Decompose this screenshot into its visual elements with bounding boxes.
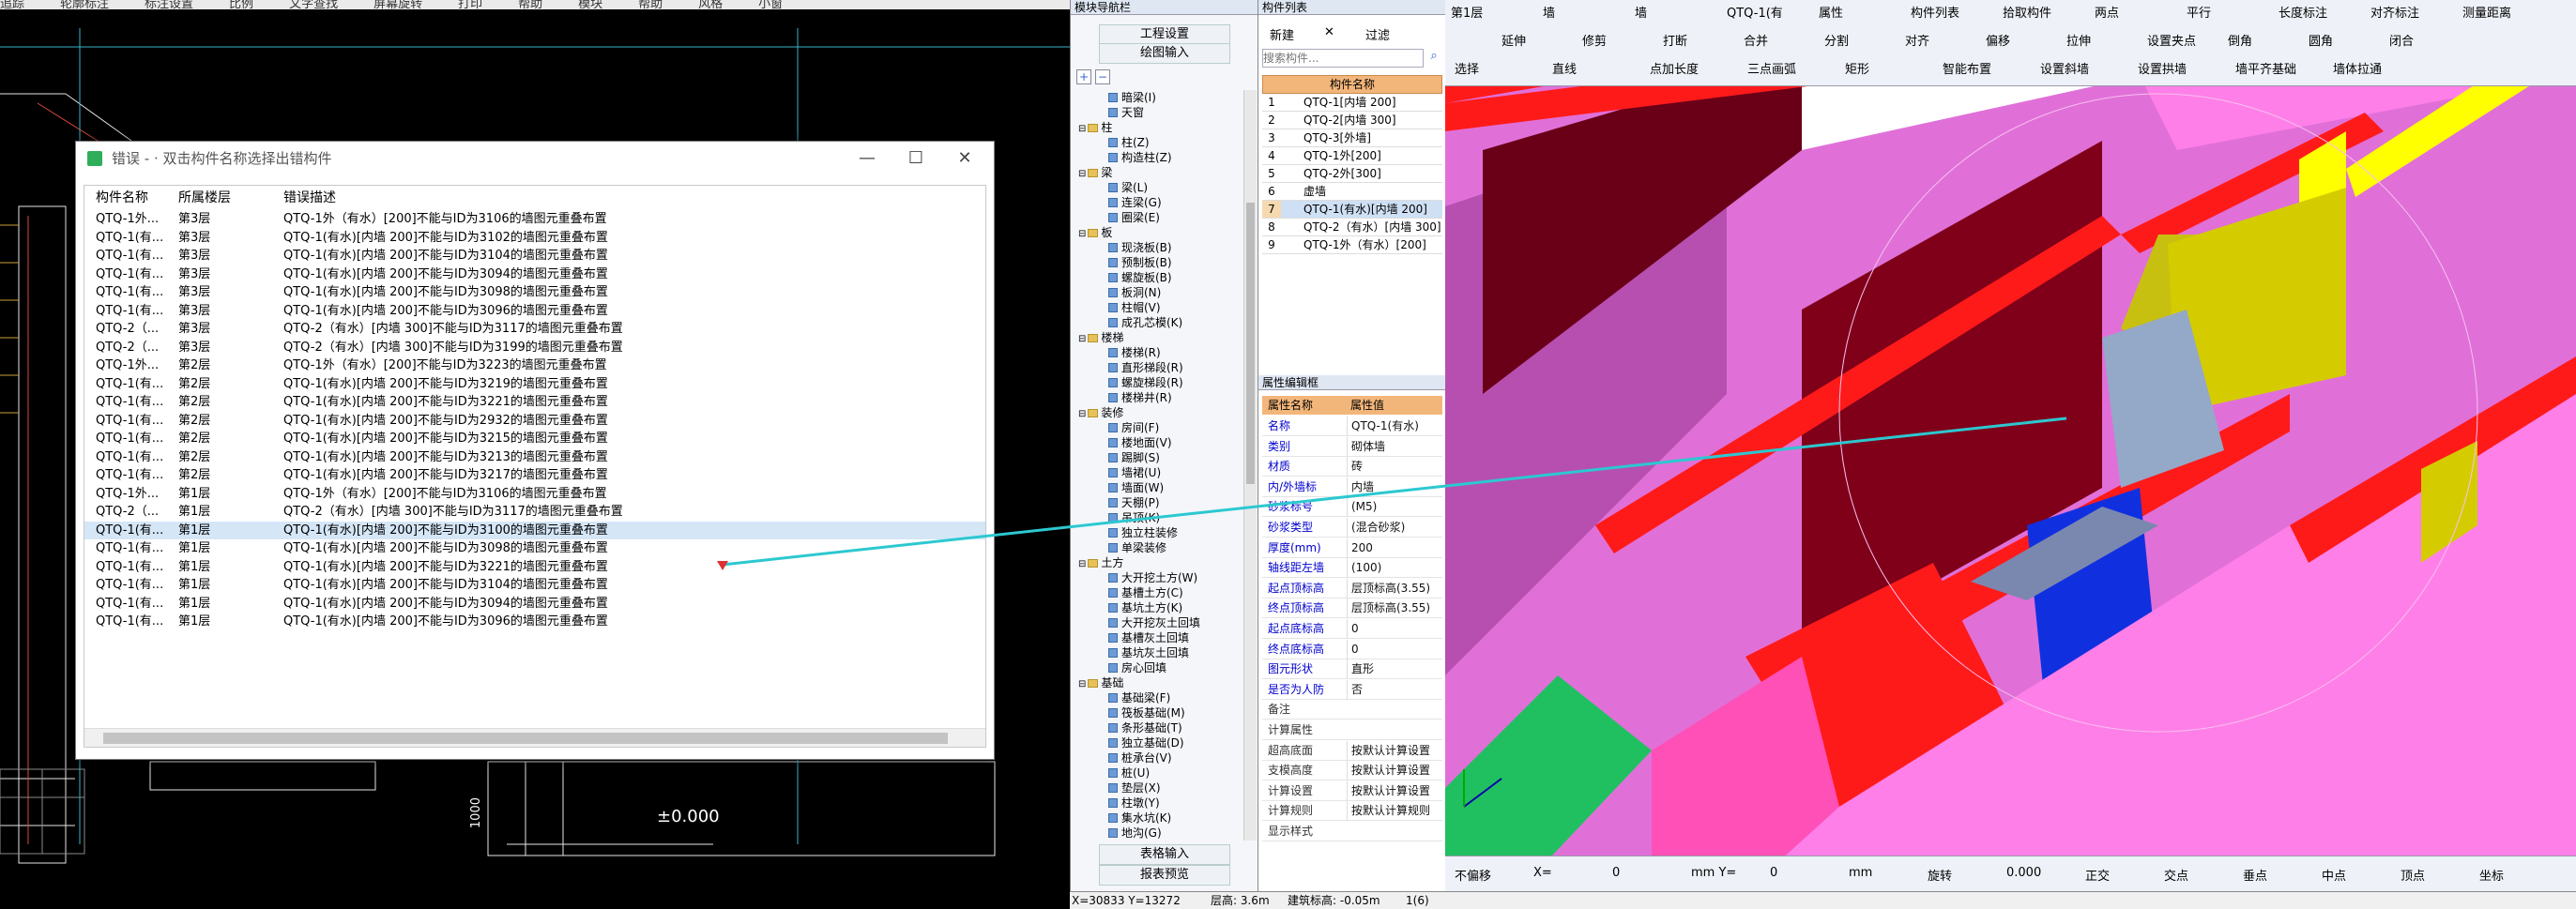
toolbar-button[interactable]: 对齐	[1905, 34, 1929, 51]
toolbar-button[interactable]: 合并	[1744, 34, 1768, 51]
toolbar-button[interactable]: 墙	[1543, 6, 1555, 23]
toolbar-button[interactable]: 构件列表	[1911, 6, 1959, 23]
status-toggle[interactable]: 不偏移	[1455, 866, 1491, 884]
drawing-toolbar: 第1层 墙 墙 QTQ-1(有 属性 构件列表 拾取构件 两点 平行 长度标注 对齐标注 测量距离 延…	[1445, 0, 2576, 86]
status-toggle[interactable]: 垂点	[2243, 866, 2267, 884]
status-toggle[interactable]: 顶点	[2401, 866, 2425, 884]
status-toggle[interactable]: X=	[1533, 866, 1552, 880]
status-toggle[interactable]: 0	[1770, 866, 1777, 880]
toolbar-button[interactable]: 墙体拉通	[2333, 62, 2382, 79]
error-locator-line	[717, 417, 2067, 570]
toolbar-button[interactable]: QTQ-1(有	[1727, 6, 1783, 23]
status-floor-height: 层高: 3.6m	[1211, 894, 1270, 907]
toolbar-button[interactable]: 第1层	[1451, 6, 1483, 23]
toolbar-button[interactable]: 延伸	[1501, 34, 1526, 51]
status-toggle[interactable]: mm	[1849, 866, 1872, 880]
toolbar-button[interactable]: 智能布置	[1943, 62, 1991, 79]
toolbar-row-1: 第1层 墙 墙 QTQ-1(有 属性 构件列表 拾取构件 两点 平行 长度标注 对齐标注 测量距离	[1445, 0, 2576, 28]
toolbar-button[interactable]: 圆角	[2309, 34, 2333, 51]
toolbar-button[interactable]: 矩形	[1845, 62, 1869, 79]
status-toggle[interactable]: 0.000	[2006, 866, 2041, 880]
toolbar-button[interactable]: 属性	[1819, 6, 1843, 23]
toolbar-button[interactable]: 打断	[1663, 34, 1687, 51]
toolbar-button[interactable]: 设置夹点	[2147, 34, 2196, 51]
status-toggle[interactable]: 中点	[2322, 866, 2346, 884]
toolbar-button[interactable]: 对齐标注	[2370, 6, 2419, 23]
toolbar-button[interactable]: 墙平齐基础	[2235, 62, 2296, 79]
toolbar-button[interactable]: 闭合	[2389, 34, 2414, 51]
status-bar: X=30833 Y=13272 层高: 3.6m 建筑标高: -0.05m 1(…	[1070, 891, 2576, 909]
toolbar-button[interactable]: 两点	[2095, 6, 2119, 23]
toolbar-button[interactable]: 点加长度	[1650, 62, 1699, 79]
status-coords: X=30833 Y=13272	[1072, 894, 1181, 907]
toolbar-button[interactable]: 平行	[2187, 6, 2211, 23]
status-toggle[interactable]: 0	[1612, 866, 1620, 880]
view-status-toolbar: 不偏移 X= 0 mm Y= 0 mm 旋转 0.000 正交 交点 垂点 中点 顶点 坐标	[1445, 856, 2576, 893]
toolbar-button[interactable]: 长度标注	[2279, 6, 2327, 23]
toolbar-button[interactable]: 拾取构件	[2003, 6, 2051, 23]
toolbar-button[interactable]: 修剪	[1582, 34, 1607, 51]
toolbar-button[interactable]: 倒角	[2228, 34, 2252, 51]
status-base-elevation: 建筑标高: -0.05m	[1288, 894, 1380, 907]
toolbar-button[interactable]: 设置拱墙	[2138, 62, 2187, 79]
toolbar-button[interactable]: 分割	[1824, 34, 1849, 51]
toolbar-row-2: 延伸 修剪 打断 合并 分割 对齐 偏移 拉伸 设置夹点 倒角 圆角 闭合	[1445, 28, 2576, 56]
status-toggle[interactable]: mm Y=	[1691, 866, 1736, 880]
status-count: 1(6)	[1406, 894, 1429, 907]
toolbar-button[interactable]: 直线	[1552, 62, 1577, 79]
toolbar-button[interactable]: 三点画弧	[1747, 62, 1796, 79]
status-toggle[interactable]: 交点	[2164, 866, 2188, 884]
status-toggle[interactable]: 旋转	[1928, 866, 1952, 884]
status-toggle[interactable]: 坐标	[2479, 866, 2504, 884]
status-toggle[interactable]: 正交	[2085, 866, 2110, 884]
toolbar-button[interactable]: 设置斜墙	[2040, 62, 2089, 79]
toolbar-button[interactable]: 偏移	[1986, 34, 2010, 51]
toolbar-row-3: 选择 直线 点加长度 三点画弧 矩形 智能布置 设置斜墙 设置拱墙 墙平齐基础 墙体拉通	[1445, 56, 2576, 84]
toolbar-button[interactable]: 拉伸	[2066, 34, 2091, 51]
toolbar-button[interactable]: 测量距离	[2462, 6, 2511, 23]
toolbar-button[interactable]: 选择	[1455, 62, 1479, 79]
toolbar-button[interactable]: 墙	[1635, 6, 1647, 23]
